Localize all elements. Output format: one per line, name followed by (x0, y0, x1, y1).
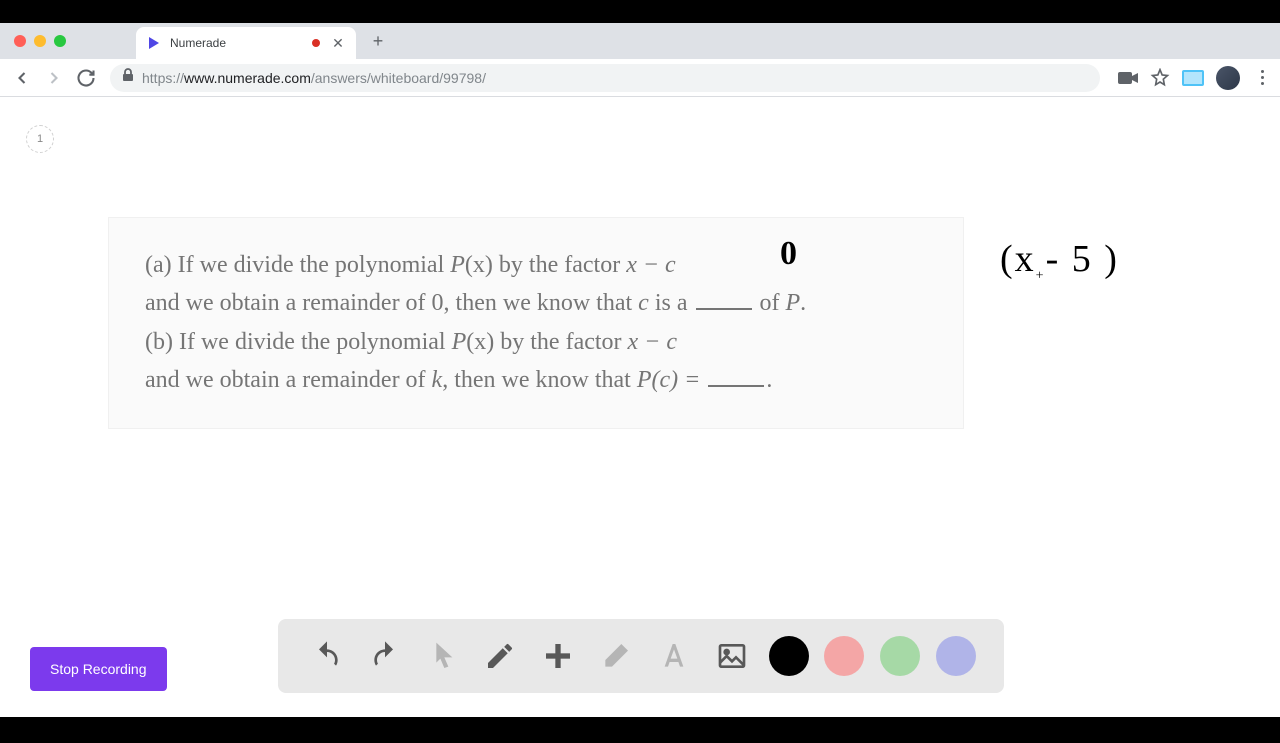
url-domain: www.numerade.com (184, 70, 311, 86)
reload-button[interactable] (72, 64, 100, 92)
pointer-tool[interactable] (422, 635, 464, 677)
stop-recording-button[interactable]: Stop Recording (30, 647, 167, 691)
color-red[interactable] (824, 636, 864, 676)
address-bar: https://www.numerade.com/answers/whitebo… (0, 59, 1280, 97)
minimize-window-button[interactable] (34, 35, 46, 47)
menu-button[interactable] (1252, 68, 1272, 88)
blank-b (708, 383, 764, 387)
tab-title: Numerade (170, 36, 312, 50)
color-green[interactable] (880, 636, 920, 676)
browser-tab[interactable]: Numerade ✕ (136, 27, 356, 59)
browser-window: Numerade ✕ + https://www.numerade.com/an… (0, 23, 1280, 717)
pen-tool[interactable] (479, 635, 521, 677)
camera-icon[interactable] (1118, 68, 1138, 88)
cast-icon[interactable] (1182, 70, 1204, 86)
forward-button[interactable] (40, 64, 68, 92)
url-input[interactable]: https://www.numerade.com/answers/whitebo… (110, 64, 1100, 92)
url-protocol: https:// (142, 70, 184, 86)
undo-button[interactable] (306, 635, 348, 677)
color-black[interactable] (769, 636, 809, 676)
favicon-icon (146, 35, 162, 51)
problem-line-a: (a) If we divide the polynomial P(x) by … (145, 246, 927, 323)
back-button[interactable] (8, 64, 36, 92)
redo-button[interactable] (364, 635, 406, 677)
page-content: 1 (a) If we divide the polynomial P(x) b… (0, 97, 1280, 717)
close-tab-button[interactable]: ✕ (330, 35, 346, 51)
window-controls (14, 35, 66, 47)
handwriting-side-note: (x+- 5 ) (1000, 237, 1119, 285)
image-tool[interactable] (711, 635, 753, 677)
lock-icon (122, 68, 134, 87)
url-path: /answers/whiteboard/99798/ (311, 70, 486, 86)
new-tab-button[interactable]: + (364, 27, 392, 55)
blank-a (696, 306, 752, 310)
color-purple[interactable] (936, 636, 976, 676)
eraser-tool[interactable] (595, 635, 637, 677)
problem-line-b: (b) If we divide the polynomial P(x) by … (145, 323, 927, 400)
tab-bar: Numerade ✕ + (0, 23, 1280, 59)
add-tool[interactable] (537, 635, 579, 677)
profile-avatar[interactable] (1216, 66, 1240, 90)
toolbar-right (1118, 66, 1272, 90)
recording-indicator-icon (312, 39, 320, 47)
bookmark-star-button[interactable] (1150, 68, 1170, 88)
url-text: https://www.numerade.com/answers/whitebo… (142, 70, 486, 86)
handwriting-zero: 0 (780, 235, 797, 273)
text-tool[interactable] (653, 635, 695, 677)
problem-statement: (a) If we divide the polynomial P(x) by … (108, 217, 964, 429)
close-window-button[interactable] (14, 35, 26, 47)
whiteboard-toolbar (278, 619, 1004, 693)
maximize-window-button[interactable] (54, 35, 66, 47)
page-number-badge[interactable]: 1 (26, 125, 54, 153)
